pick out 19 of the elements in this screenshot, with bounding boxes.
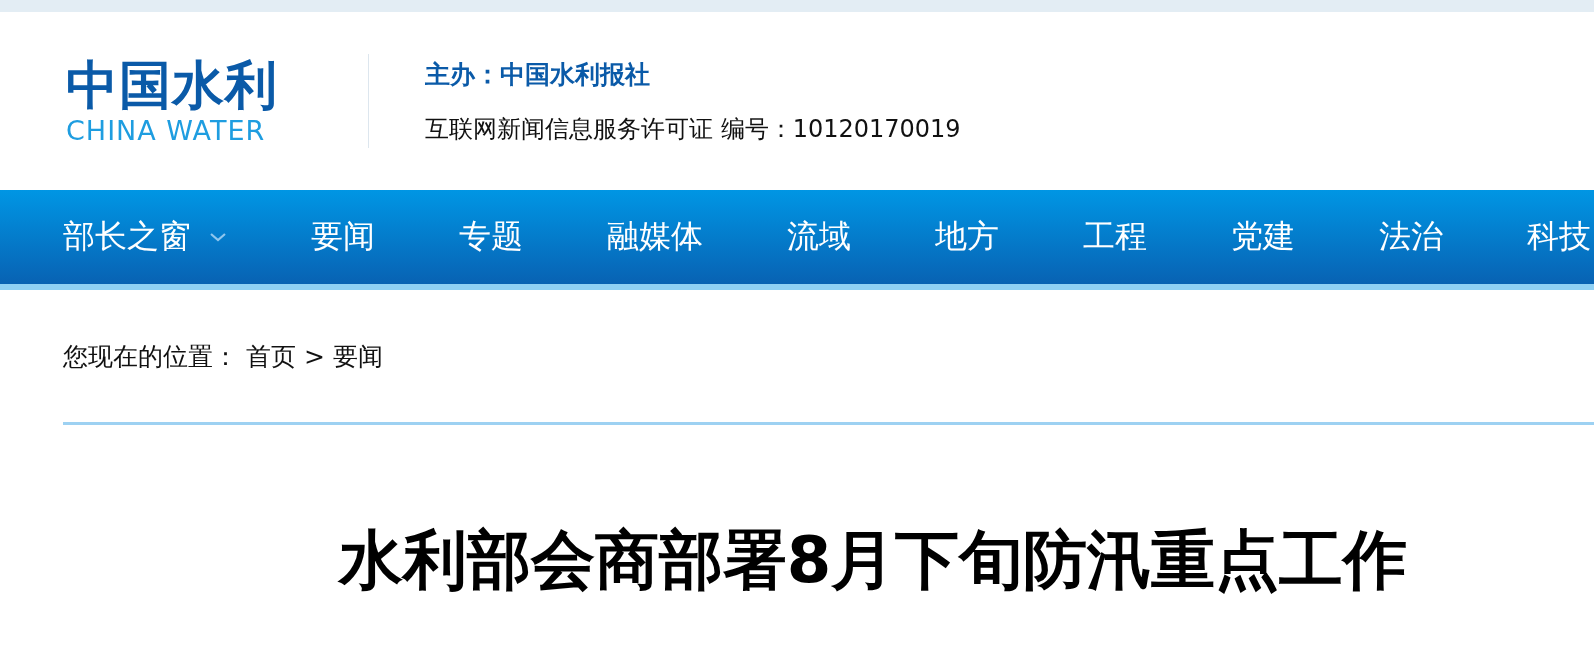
license-text: 互联网新闻信息服务许可证 编号：10120170019 [425,113,961,145]
nav-item[interactable]: 法治 [1379,215,1443,259]
logo-chinese[interactable]: 中国水利 [66,55,306,115]
nav-item[interactable]: 科技 [1527,215,1591,259]
nav-item[interactable]: 专题 [459,215,523,259]
breadcrumb-link[interactable]: 首页 [246,339,296,373]
nav-item[interactable]: 融媒体 [607,215,703,259]
nav-item[interactable]: 地方 [935,215,999,259]
nav-item[interactable]: 要闻 [311,215,375,259]
breadcrumb-link[interactable]: 要闻 [332,339,383,373]
nav-item[interactable]: 党建 [1231,215,1295,259]
nav-item[interactable]: 部长之窗 [63,215,227,259]
nav-item[interactable]: 工程 [1083,215,1147,259]
breadcrumb-separator: > [304,341,325,371]
article-title: 水利部会商部署8月下旬防汛重点工作 [336,522,1409,599]
logo-english[interactable]: CHINA WATER [66,115,306,147]
breadcrumb-label: 您现在的位置： [63,340,238,373]
sponsor-text: 主办：中国水利报社 [425,58,651,91]
nav-item[interactable]: 流域 [787,215,851,259]
